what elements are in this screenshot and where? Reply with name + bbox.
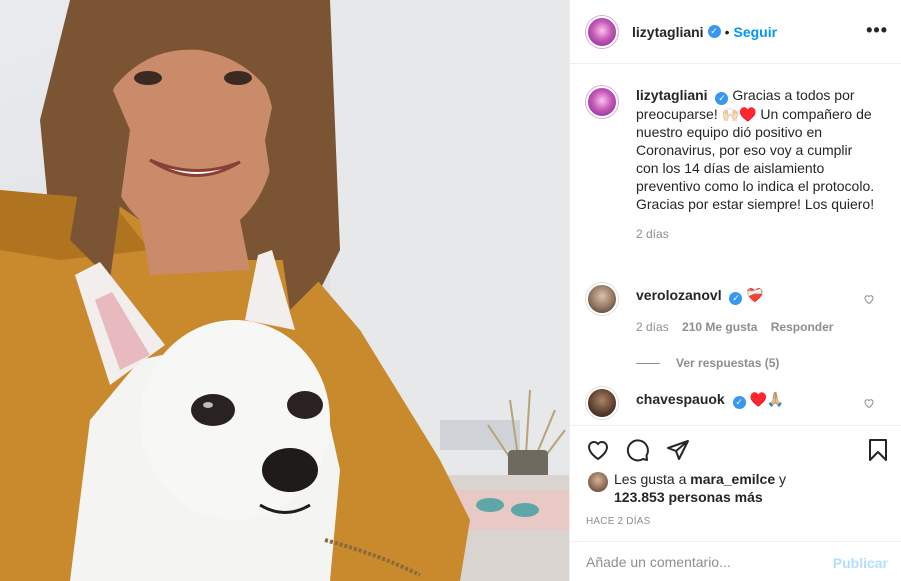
comment-input[interactable] xyxy=(586,554,816,570)
post-photo-illustration xyxy=(0,0,569,581)
likes-joiner: y xyxy=(779,471,787,487)
author-username[interactable]: lizytagliani xyxy=(632,24,704,40)
caption-author-username[interactable]: lizytagliani xyxy=(636,87,708,103)
comment-text-block: chavespauok ✓ ♥️🙏🏼 xyxy=(636,390,876,409)
heart-icon[interactable] xyxy=(586,438,610,462)
post-photo[interactable] xyxy=(0,0,569,581)
verified-badge-icon: ✓ xyxy=(729,292,743,305)
ellipsis-icon[interactable]: ••• xyxy=(866,20,888,41)
caption-time[interactable]: 2 días xyxy=(636,225,876,243)
comment-icon[interactable] xyxy=(626,438,650,462)
likes-prefix: Les gusta a xyxy=(614,471,687,487)
heart-icon[interactable] xyxy=(863,397,875,409)
post-time-ago[interactable]: HACE 2 DÍAS xyxy=(586,516,650,527)
heart-icon[interactable] xyxy=(863,293,875,305)
comment-author-avatar[interactable] xyxy=(586,387,618,419)
verified-badge-icon: ✓ xyxy=(707,25,721,38)
comment-author-username[interactable]: chavespauok xyxy=(636,391,725,407)
action-bar xyxy=(570,425,901,469)
comment-author-username[interactable]: verolozanovl xyxy=(636,287,722,303)
add-comment-bar: Publicar xyxy=(570,541,901,581)
replies-divider xyxy=(636,362,660,364)
follow-button[interactable]: Seguir xyxy=(733,24,777,40)
post-side-panel: lizytagliani ✓ • Seguir ••• lizytagliani… xyxy=(569,0,901,581)
header-separator: • xyxy=(724,23,730,40)
comment-author-avatar[interactable] xyxy=(586,283,618,315)
liker-avatar[interactable] xyxy=(588,472,608,492)
author-avatar[interactable] xyxy=(586,15,618,48)
view-replies-label[interactable]: Ver respuestas (5) xyxy=(676,356,779,370)
comment-meta: 2 días 210 Me gusta Responder xyxy=(636,318,876,336)
liker-username[interactable]: mara_emilce xyxy=(690,471,775,487)
likes-text: Les gusta a mara_emilce y 123.853 person… xyxy=(614,470,786,506)
comment-text-block: verolozanovl ✓ ❤️‍🩹 2 días 210 Me gusta … xyxy=(636,286,876,336)
comment-likes-count[interactable]: 210 Me gusta xyxy=(682,320,757,334)
verified-badge-icon: ✓ xyxy=(715,92,729,105)
verified-badge-icon: ✓ xyxy=(732,396,746,409)
share-icon[interactable] xyxy=(666,438,690,462)
comment-time[interactable]: 2 días xyxy=(636,320,669,334)
comment-text: ❤️‍🩹 xyxy=(746,287,764,303)
publish-button[interactable]: Publicar xyxy=(833,555,888,571)
caption-text-block: lizytagliani ✓ Gracias a todos por preoc… xyxy=(636,86,876,243)
view-replies-button[interactable]: Ver respuestas (5) xyxy=(636,356,779,370)
reply-button[interactable]: Responder xyxy=(771,320,834,334)
comment-text: ♥️🙏🏼 xyxy=(749,391,785,407)
likes-count[interactable]: 123.853 personas más xyxy=(614,489,763,505)
post-header: lizytagliani ✓ • Seguir ••• xyxy=(570,0,901,64)
caption-text: Gracias a todos por preocuparse! 🙌🏻♥️ Un… xyxy=(636,87,875,212)
comments-list[interactable]: lizytagliani ✓ Gracias a todos por preoc… xyxy=(570,65,901,425)
bookmark-icon[interactable] xyxy=(866,438,890,462)
caption-author-avatar[interactable] xyxy=(586,86,618,118)
